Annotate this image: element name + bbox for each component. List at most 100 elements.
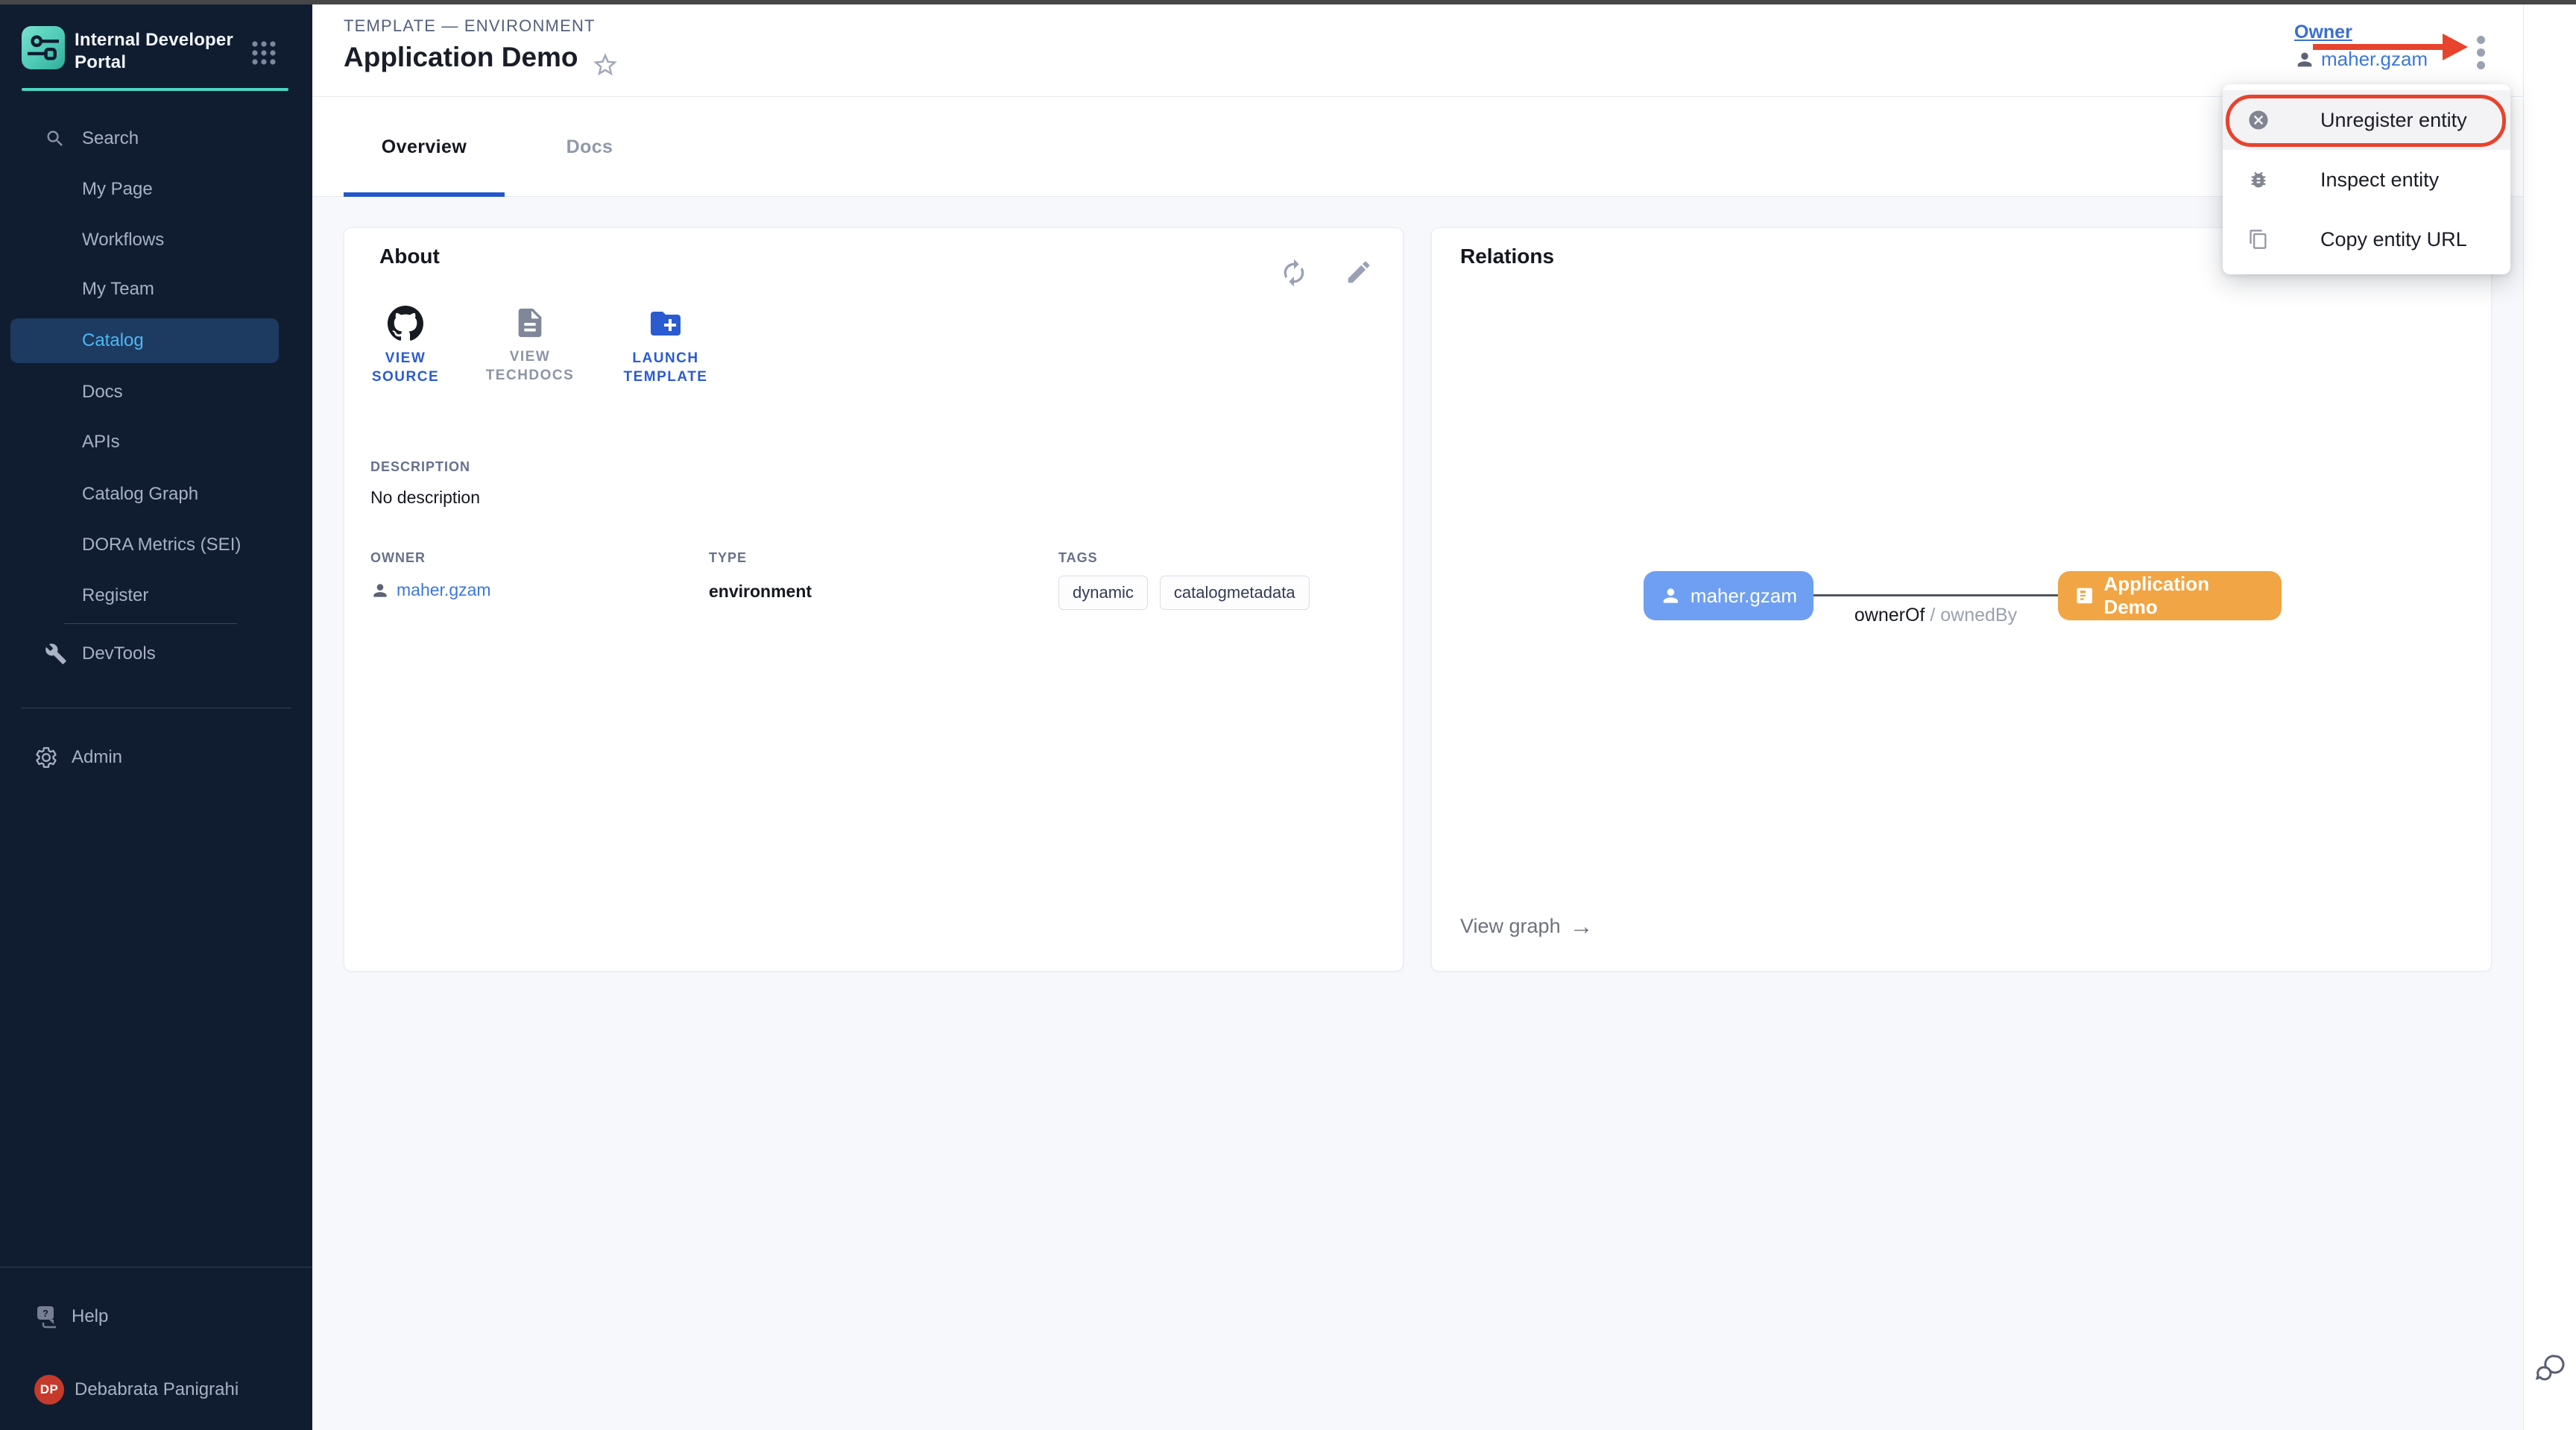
sidebar-item-dora-metrics[interactable]: DORA Metrics (SEI) <box>0 526 312 564</box>
owner-link[interactable]: Owner <box>2294 22 2352 43</box>
relations-card: Relations ownerOf / ownedBy maher.gzam A… <box>1431 227 2492 971</box>
view-techdocs-label: VIEW TECHDOCS <box>485 347 575 385</box>
relation-reverse: ownedBy <box>1940 605 2017 626</box>
template-icon <box>2074 585 2094 606</box>
owner-field-label: OWNER <box>370 550 426 566</box>
chat-bubbles-icon[interactable] <box>2534 1351 2569 1385</box>
owner-field-link: maher.gzam <box>397 580 491 600</box>
graph-node-label: Application Demo <box>2103 573 2265 619</box>
person-icon <box>2294 49 2315 70</box>
tab-label: Docs <box>566 136 613 158</box>
sidebar-item-label: Help <box>72 1306 108 1327</box>
breadcrumb: TEMPLATE — ENVIRONMENT <box>344 16 596 36</box>
relation-edge <box>1812 594 2059 596</box>
view-graph-label: View graph <box>1460 915 1561 938</box>
sidebar-item-label: My Team <box>82 279 154 300</box>
folder-plus-icon <box>648 306 684 341</box>
sidebar-item-docs[interactable]: Docs <box>0 374 312 411</box>
sidebar-item-register[interactable]: Register <box>0 577 312 614</box>
wrench-icon <box>45 643 67 665</box>
sidebar-item-label: My Page <box>82 179 153 200</box>
bug-icon <box>2248 169 2269 190</box>
sidebar-item-catalog-graph[interactable]: Catalog Graph <box>0 476 312 513</box>
sidebar-item-apis[interactable]: APIs <box>0 423 312 461</box>
tags-list: dynamic catalogmetadata <box>1058 576 1310 610</box>
sidebar-item-my-page[interactable]: My Page <box>0 171 312 208</box>
sidebar-user[interactable]: Debabrata Panigrahi <box>0 1371 312 1408</box>
sidebar-item-catalog[interactable]: Catalog <box>10 318 279 363</box>
person-icon <box>370 581 390 600</box>
page-title: Application Demo <box>344 42 578 73</box>
gear-icon <box>34 746 58 769</box>
description-value: No description <box>370 488 480 508</box>
annotation-highlight-box <box>2226 95 2506 147</box>
sidebar-item-my-team[interactable]: My Team <box>0 271 312 308</box>
relation-edge-label: ownerOf / ownedBy <box>1824 605 2048 626</box>
refresh-icon[interactable] <box>1279 258 1309 288</box>
arrow-right-icon: → <box>1570 913 1594 940</box>
help-chat-icon: ? <box>36 1305 60 1329</box>
logo-glyph <box>28 32 59 63</box>
sidebar-item-admin[interactable]: Admin <box>0 739 312 776</box>
sidebar-item-label: Catalog <box>82 330 144 351</box>
menu-item-label: Inspect entity <box>2320 168 2439 192</box>
about-card: About VIEW SOURCE VIEW TECHDOCS LAUNCH T… <box>344 227 1404 971</box>
sidebar-item-label: Catalog Graph <box>82 484 198 505</box>
user-name: Debabrata Panigrahi <box>75 1379 239 1400</box>
view-source-button[interactable]: VIEW SOURCE <box>346 306 465 386</box>
owner-user-link[interactable]: maher.gzam <box>2294 48 2428 71</box>
relation-forward: ownerOf <box>1854 605 1925 626</box>
menu-item-copy-entity-url[interactable]: Copy entity URL <box>2223 210 2510 269</box>
annotation-arrow-line <box>2313 44 2444 50</box>
graph-node-label: maher.gzam <box>1690 585 1797 608</box>
sidebar-divider <box>64 623 237 624</box>
view-source-label: VIEW SOURCE <box>361 349 450 386</box>
svg-text:?: ? <box>42 1308 48 1319</box>
menu-item-inspect-entity[interactable]: Inspect entity <box>2223 150 2510 210</box>
tags-field-label: TAGS <box>1058 550 1098 566</box>
graph-node-user[interactable]: maher.gzam <box>1644 571 1813 620</box>
type-field-label: TYPE <box>709 550 747 566</box>
entity-context-menu-button[interactable] <box>2466 30 2496 75</box>
tab-docs[interactable]: Docs <box>505 97 675 197</box>
owner-user-name: maher.gzam <box>2321 48 2428 71</box>
graph-node-entity[interactable]: Application Demo <box>2058 571 2282 620</box>
type-field-value: environment <box>709 582 812 602</box>
about-card-title: About <box>379 245 440 268</box>
copy-icon <box>2248 229 2269 250</box>
person-icon <box>1660 585 1682 607</box>
view-techdocs-button[interactable]: VIEW TECHDOCS <box>470 306 590 385</box>
page-header <box>312 4 2523 97</box>
view-graph-link[interactable]: View graph → <box>1460 913 1594 940</box>
annotation-arrow-head <box>2443 34 2468 60</box>
sidebar-item-workflows[interactable]: Workflows <box>0 221 312 259</box>
description-label: DESCRIPTION <box>370 459 470 475</box>
favorite-star-icon[interactable] <box>591 51 619 79</box>
sidebar-item-label: Register <box>82 585 148 606</box>
sidebar-item-label: DORA Metrics (SEI) <box>82 535 241 555</box>
app-title: Internal Developer Portal <box>75 29 261 74</box>
sidebar-item-devtools[interactable]: DevTools <box>0 635 312 673</box>
sidebar: Internal Developer Portal Search My Page… <box>0 4 312 1430</box>
apps-grid-icon[interactable] <box>250 40 277 66</box>
sidebar-item-label: Admin <box>72 747 122 768</box>
sidebar-item-label: DevTools <box>82 643 156 664</box>
tab-label: Overview <box>382 136 467 158</box>
github-icon <box>388 306 423 341</box>
sidebar-item-search[interactable]: Search <box>0 120 312 157</box>
sidebar-item-label: Search <box>82 128 139 149</box>
menu-item-label: Copy entity URL <box>2320 228 2467 251</box>
relation-separator: / <box>1930 605 1935 626</box>
edit-pencil-icon[interactable] <box>1345 258 1373 286</box>
tab-overview[interactable]: Overview <box>344 97 505 197</box>
tag-chip[interactable]: dynamic <box>1058 576 1148 610</box>
sidebar-item-label: Workflows <box>82 230 164 251</box>
owner-field-value[interactable]: maher.gzam <box>370 580 491 600</box>
launch-template-label: LAUNCH TEMPLATE <box>621 349 710 386</box>
app-logo[interactable] <box>22 26 65 69</box>
sidebar-item-help[interactable]: ? Help <box>0 1298 312 1335</box>
sidebar-accent-rule <box>22 88 288 91</box>
launch-template-button[interactable]: LAUNCH TEMPLATE <box>606 306 725 386</box>
search-icon <box>45 128 66 149</box>
tag-chip[interactable]: catalogmetadata <box>1160 576 1310 610</box>
